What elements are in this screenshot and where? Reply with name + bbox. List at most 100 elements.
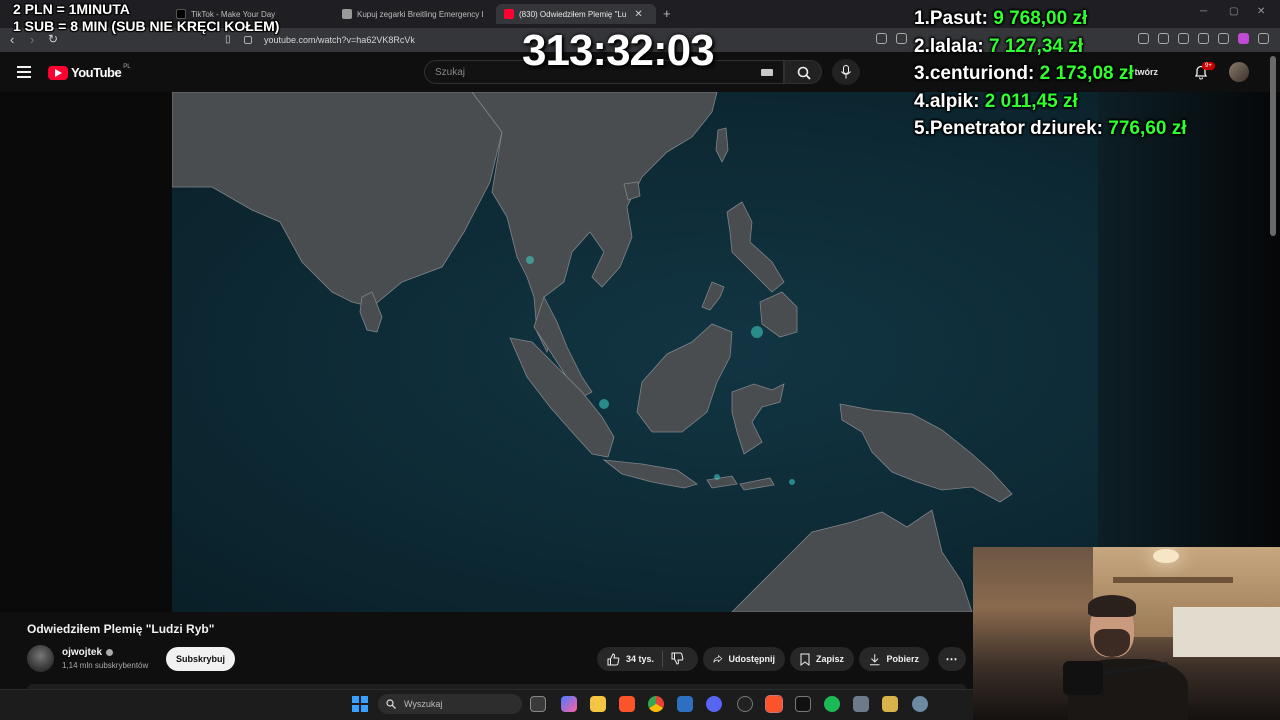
windows-start-icon[interactable] (352, 696, 368, 712)
streamer-beard (1094, 629, 1130, 657)
app-icon-2[interactable] (882, 696, 898, 712)
close-window-icon[interactable]: ✕ (1257, 6, 1265, 17)
settings-icon[interactable] (912, 696, 928, 712)
tab-youtube[interactable]: (830) Odwiedziłem Plemię "Lu ✕ (496, 4, 656, 24)
subathon-timer: 313:32:03 (522, 26, 715, 75)
donor-name: Penetrator dziurek: (929, 118, 1104, 140)
donation-leaderboard: 1.Pasut: 9 768,00 zł 2.lalala: 7 127,34 … (914, 8, 1186, 146)
url-text: youtube.com/watch?v=ha62VK8RcVk (264, 35, 415, 45)
dislike-button[interactable] (671, 652, 684, 670)
thumbs-down-icon (671, 652, 684, 665)
share-label: Udostępnij (728, 654, 776, 664)
subathon-rates: 2 PLN = 1MINUTA 1 SUB = 8 MIN (SUB NIE K… (13, 1, 279, 35)
search-placeholder: Szukaj (435, 67, 466, 78)
cast-icon[interactable] (876, 33, 887, 44)
copilot-icon[interactable] (561, 696, 577, 712)
share-button[interactable]: Udostępnij (703, 647, 785, 671)
voice-search-button[interactable] (832, 59, 860, 85)
donation-amount: 9 768,00 zł (993, 8, 1088, 29)
leaderboard-row: 5.Penetrator dziurek: 776,60 zł (914, 118, 1186, 146)
download-label: Pobierz (886, 654, 919, 664)
save-button[interactable]: Zapisz (790, 647, 854, 671)
player-letterbox-right (1098, 92, 1280, 612)
file-explorer-icon[interactable] (590, 696, 606, 712)
brave-active-icon[interactable] (765, 695, 783, 713)
youtube-icon (504, 9, 514, 19)
thumbs-up-icon (607, 652, 620, 665)
leaderboard-row: 1.Pasut: 9 768,00 zł (914, 8, 1186, 36)
share-page-icon[interactable] (896, 33, 907, 44)
rank: 4. (914, 90, 930, 112)
keyboard-icon[interactable] (761, 69, 773, 76)
minimize-icon[interactable]: ─ (1200, 6, 1207, 17)
site-info-icon[interactable] (244, 36, 252, 44)
page-scrollbar[interactable] (1270, 56, 1276, 236)
video-player[interactable] (172, 92, 1098, 612)
rate-sub: 1 SUB = 8 MIN (SUB NIE KRĘCI KOŁEM) (13, 18, 280, 34)
shield-icon[interactable] (1218, 33, 1229, 44)
extensions-icon[interactable] (1198, 33, 1209, 44)
subscriber-count: 1,14 mln subskrybentów (62, 661, 149, 670)
spotify-icon[interactable] (824, 696, 840, 712)
rank: 2. (914, 35, 930, 57)
app-icon[interactable] (795, 696, 811, 712)
brave-browser-icon[interactable] (619, 696, 635, 712)
tab-breitling[interactable]: Kupuj zegarki Breitling Emergency II (334, 4, 484, 24)
logo-text: YouTube (71, 65, 122, 80)
ceiling-lamp (1153, 549, 1179, 563)
verified-icon (106, 649, 114, 656)
like-count: 34 tys. (626, 654, 655, 664)
donor-name: centuriond: (929, 63, 1035, 85)
more-icon: ⋯ (945, 652, 959, 666)
vpn-icon[interactable] (1238, 33, 1249, 44)
channel-name-link[interactable]: ojwojtek (62, 647, 114, 658)
task-view-icon[interactable] (530, 696, 546, 712)
notification-badge: 9+ (1202, 62, 1215, 70)
discord-icon[interactable] (706, 696, 722, 712)
webcam-overlay (973, 547, 1280, 720)
download-icon (869, 653, 880, 665)
menu-icon[interactable] (1258, 33, 1269, 44)
taskbar-search-icon (386, 699, 396, 709)
guide-menu-icon[interactable] (17, 66, 31, 78)
donor-name: Pasut: (929, 8, 988, 29)
donation-amount: 776,60 zł (1108, 118, 1187, 140)
donation-amount: 2 011,45 zł (984, 90, 1078, 112)
taskbar-search-input[interactable]: Wyszukaj (378, 694, 522, 714)
channel-name: ojwojtek (62, 647, 103, 658)
account-avatar[interactable] (1229, 62, 1249, 82)
donor-name: alpik: (929, 90, 980, 112)
maximize-icon[interactable]: ▢ (1229, 6, 1238, 17)
obs-icon[interactable] (737, 696, 753, 712)
more-actions-button[interactable]: ⋯ (938, 647, 966, 671)
like-divider (662, 651, 663, 667)
rank: 5. (914, 118, 930, 140)
calculator-icon[interactable] (853, 696, 869, 712)
leaderboard-row: 2.lalala: 7 127,34 zł (914, 36, 1186, 64)
download-button[interactable]: Pobierz (859, 647, 929, 671)
tab-title: Kupuj zegarki Breitling Emergency II (357, 9, 484, 19)
donor-name: lalala: (929, 35, 984, 57)
rate-money: 2 PLN = 1MINUTA (13, 1, 130, 17)
bookmark-icon[interactable]: ▯ (225, 34, 231, 45)
chrome-icon[interactable] (648, 696, 664, 712)
store-icon[interactable] (677, 696, 693, 712)
wall-shelf (1113, 577, 1233, 583)
subscribe-button[interactable]: Subskrybuj (166, 647, 235, 671)
new-tab-button[interactable]: + (663, 6, 671, 21)
page-icon (342, 9, 352, 19)
map-illustration (172, 92, 1013, 612)
kitchen-cabinet (1173, 607, 1280, 657)
play-logo-icon (48, 65, 68, 80)
search-button[interactable] (784, 60, 822, 84)
microphone (1063, 661, 1103, 695)
taskbar-search-placeholder: Wyszukaj (404, 699, 443, 709)
youtube-logo[interactable]: YouTube PL (48, 63, 131, 80)
region-code: PL (123, 63, 131, 70)
video-title: Odwiedziłem Plemię "Ludzi Ryb" (27, 622, 215, 636)
screen: TikTok - Make Your Day Kupuj zegarki Bre… (0, 0, 1280, 720)
search-icon (797, 66, 811, 80)
close-tab-icon[interactable]: ✕ (634, 9, 642, 20)
channel-avatar[interactable] (27, 645, 54, 672)
microphone-icon (841, 65, 851, 79)
